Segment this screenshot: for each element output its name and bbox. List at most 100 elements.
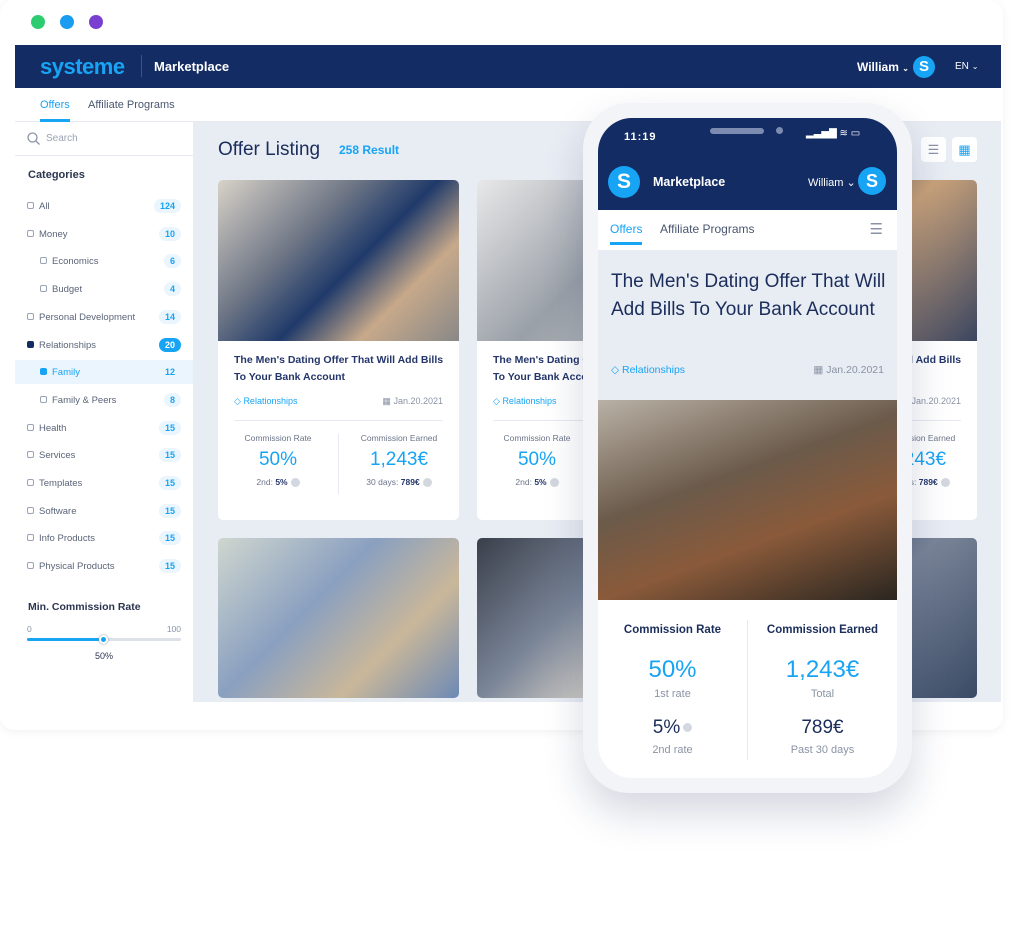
- chevron-down-icon: ⌄: [902, 64, 909, 73]
- second-rate: 2nd: 5%: [477, 477, 597, 488]
- phone-tab-affiliate-programs[interactable]: Affiliate Programs: [660, 222, 754, 236]
- checkbox[interactable]: [27, 562, 34, 570]
- checkbox[interactable]: [40, 257, 47, 265]
- category-item[interactable]: Templates 15: [15, 471, 193, 495]
- phone-tab-offers[interactable]: Offers: [610, 222, 643, 245]
- logo[interactable]: systeme: [40, 54, 125, 80]
- top-nav: systeme Marketplace William ⌄ S EN ⌄: [15, 45, 1001, 88]
- category-item[interactable]: All 124: [15, 194, 193, 218]
- phone-date: ▦ Jan.20.2021: [813, 364, 884, 376]
- offer-card[interactable]: The Men's Dating Offer That Will Add Bil…: [218, 180, 459, 520]
- tab-affiliate-programs[interactable]: Affiliate Programs: [88, 99, 175, 111]
- phone-user-menu[interactable]: William ⌄: [808, 176, 856, 189]
- category-label: Budget: [52, 284, 83, 296]
- category-count: 10: [158, 226, 181, 241]
- checkbox[interactable]: [27, 229, 34, 237]
- category-label: Relationships: [39, 339, 97, 351]
- tag-label: Relationships: [502, 396, 557, 406]
- category-label: Family: [52, 367, 80, 379]
- phone-camera: [776, 127, 783, 134]
- language-select[interactable]: EN ⌄: [955, 61, 978, 72]
- user-menu[interactable]: William ⌄: [857, 60, 909, 74]
- grid-icon: ▦: [958, 142, 971, 157]
- offer-date: ▦ Jan.20.2021: [382, 396, 443, 407]
- search-input[interactable]: Search: [15, 122, 193, 156]
- checkbox[interactable]: [27, 202, 34, 209]
- slider-min: 0: [27, 624, 32, 634]
- help-icon[interactable]: [549, 478, 559, 488]
- category-item[interactable]: Budget 4: [15, 277, 193, 301]
- window-dot-purple[interactable]: [89, 15, 103, 29]
- checkbox[interactable]: [27, 451, 34, 459]
- status-icons: ▂▃▅▇ ≋ ▭: [806, 128, 860, 139]
- phone-mockup: 11:19 ▂▃▅▇ ≋ ▭ S Marketplace William ⌄ S…: [583, 103, 912, 793]
- grid-view-button[interactable]: ▦: [952, 137, 977, 162]
- phone-days-sub: Past 30 days: [790, 744, 855, 756]
- tab-offers[interactable]: Offers: [40, 99, 70, 122]
- category-item[interactable]: Health 15: [15, 416, 193, 440]
- category-label: Health: [39, 422, 67, 434]
- checkbox[interactable]: [27, 423, 34, 431]
- phone-screen: 11:19 ▂▃▅▇ ≋ ▭ S Marketplace William ⌄ S…: [598, 118, 897, 778]
- category-label: Economics: [52, 256, 99, 268]
- category-item[interactable]: Services 15: [15, 443, 193, 467]
- help-icon[interactable]: [290, 478, 300, 488]
- offer-tag[interactable]: ◇ Relationships: [234, 396, 297, 407]
- list-view-button[interactable]: ☰: [921, 137, 946, 162]
- sidebar: Search Categories All 124 Money 10 Economics…: [15, 122, 193, 702]
- category-count: 15: [158, 420, 181, 435]
- rate-value: 50%: [517, 449, 557, 470]
- category-item[interactable]: Software 15: [15, 499, 193, 523]
- checkbox[interactable]: [27, 534, 34, 542]
- window-dot-blue[interactable]: [60, 15, 74, 29]
- offer-title[interactable]: The Men's Dating Offer That Will Add Bil…: [234, 352, 449, 386]
- phone-earned-label: Commission Earned: [766, 624, 879, 636]
- phone-logo[interactable]: S: [608, 166, 640, 198]
- checkbox[interactable]: [40, 368, 47, 376]
- categories-heading: Categories: [28, 169, 85, 181]
- filter-search-icon[interactable]: ☰: [870, 220, 883, 238]
- avatar[interactable]: S: [913, 56, 935, 78]
- category-count: 15: [158, 559, 181, 574]
- offer-tag[interactable]: ◇ Relationships: [493, 396, 556, 407]
- rate-value: 50%: [258, 449, 298, 470]
- second-value: 5%: [275, 477, 288, 487]
- help-icon[interactable]: [683, 723, 693, 733]
- category-item[interactable]: Info Products 15: [15, 526, 193, 550]
- checkbox[interactable]: [40, 395, 47, 403]
- category-count: 12: [158, 365, 181, 380]
- category-item[interactable]: Physical Products 15: [15, 554, 193, 578]
- checkbox[interactable]: [40, 285, 47, 293]
- search-icon: [27, 132, 40, 145]
- category-label: Personal Development: [39, 311, 136, 323]
- checkbox[interactable]: [27, 506, 34, 514]
- second-rate: 2nd: 5%: [218, 477, 338, 488]
- earned-label: Commission Earned: [360, 433, 438, 443]
- tag-label: Relationships: [243, 396, 298, 406]
- signal-icon: ▂▃▅▇: [806, 128, 837, 139]
- phone-avatar[interactable]: S: [858, 167, 886, 195]
- phone-tag[interactable]: ◇ Relationships: [611, 364, 685, 376]
- slider-title: Min. Commission Rate: [28, 601, 141, 613]
- phone-second-rate: 5%: [598, 717, 747, 739]
- slider-value: 50%: [95, 651, 114, 661]
- help-icon[interactable]: [422, 478, 432, 488]
- checkbox[interactable]: [27, 340, 34, 348]
- category-item[interactable]: Relationships 20: [15, 333, 193, 357]
- phone-header: 11:19 ▂▃▅▇ ≋ ▭ S Marketplace William ⌄ S: [598, 118, 897, 210]
- category-item[interactable]: Money 10: [15, 222, 193, 246]
- category-count: 15: [158, 448, 181, 463]
- slider-max: 100: [166, 624, 181, 634]
- slider-handle[interactable]: [99, 635, 108, 644]
- help-icon[interactable]: [940, 478, 950, 488]
- days-label: 30 days:: [366, 477, 399, 487]
- slider-track[interactable]: [27, 635, 181, 644]
- category-item[interactable]: Family 12: [15, 360, 193, 385]
- window-dot-green[interactable]: [31, 15, 45, 29]
- category-item[interactable]: Family & Peers 8: [15, 388, 193, 412]
- offer-card[interactable]: [218, 538, 459, 698]
- category-item[interactable]: Personal Development 14: [15, 305, 193, 329]
- category-item[interactable]: Economics 6: [15, 249, 193, 273]
- checkbox[interactable]: [27, 479, 34, 486]
- checkbox[interactable]: [27, 312, 34, 320]
